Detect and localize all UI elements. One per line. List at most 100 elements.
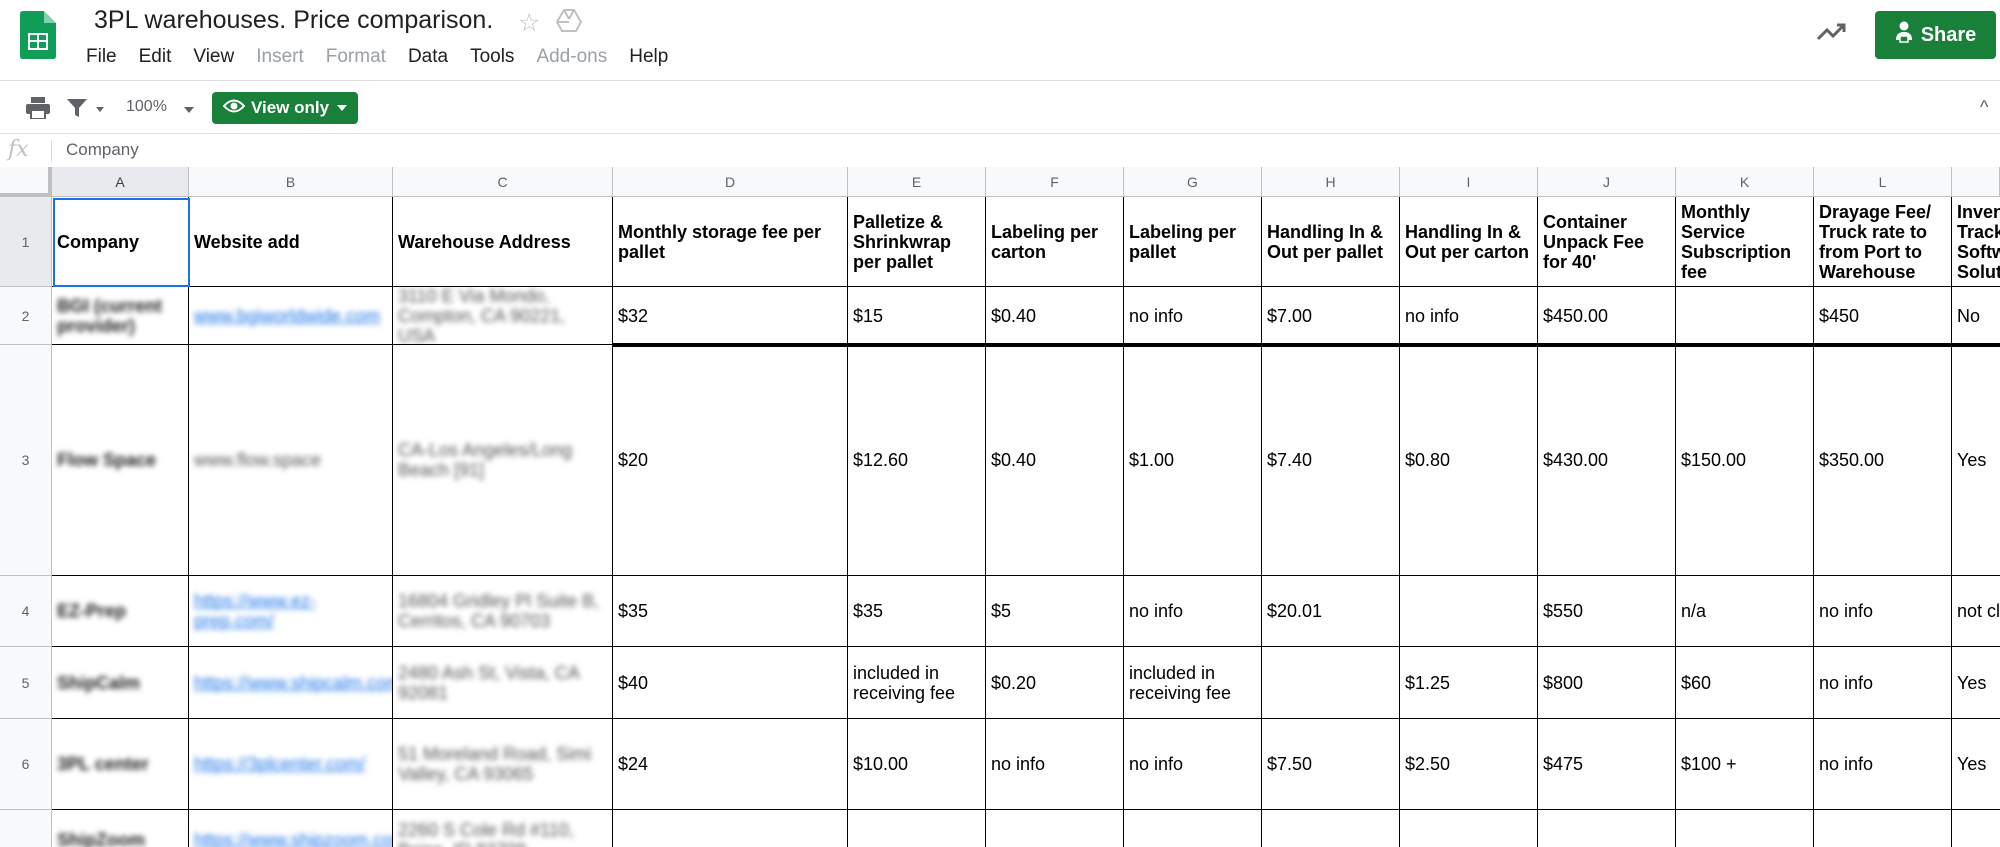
blurred-link[interactable]: https://www.ez-prep.com/	[194, 591, 387, 631]
table-cell[interactable]: ShipCalm	[52, 647, 189, 719]
table-cell[interactable]: 3110 E Via Mondo, Compton, CA 90221, USA	[393, 287, 613, 345]
table-cell[interactable]: $450	[1814, 287, 1952, 345]
column-header-f[interactable]: F	[986, 167, 1124, 197]
spreadsheet-grid[interactable]: A B C D E F G H I J K L 1 2 3 4 5 6 Comp…	[0, 167, 2000, 847]
zoom-dropdown-icon[interactable]	[184, 107, 194, 113]
table-cell[interactable]: Yes	[1952, 647, 2000, 719]
table-cell[interactable]: 3PL center	[52, 719, 189, 810]
table-cell[interactable]: no info	[1814, 647, 1952, 719]
table-cell[interactable]: $550	[1538, 576, 1676, 647]
table-cell[interactable]: 16804 Gridley Pl Suite B, Cerritos, CA 9…	[393, 576, 613, 647]
table-cell[interactable]: $35	[613, 576, 848, 647]
table-cell[interactable]: Yes	[1952, 719, 2000, 810]
table-cell[interactable]: $430.00	[1538, 345, 1676, 576]
header-cell-labeling-pallet[interactable]: Labeling per pallet	[1124, 197, 1262, 287]
blurred-link[interactable]: https://www.shipcalm.com/	[194, 673, 392, 693]
drive-move-icon[interactable]	[555, 9, 583, 38]
table-cell[interactable]: $0.40	[986, 287, 1124, 345]
table-cell[interactable]	[1538, 810, 1676, 847]
blurred-link[interactable]: https://3plcenter.com/	[194, 754, 365, 774]
row-header-5[interactable]: 5	[0, 647, 52, 719]
table-cell[interactable]	[613, 810, 848, 847]
table-cell[interactable]: $60	[1676, 647, 1814, 719]
header-cell-labeling-carton[interactable]: Labeling per carton	[986, 197, 1124, 287]
table-cell[interactable]: BGI (current provider)	[52, 287, 189, 345]
menu-tools[interactable]: Tools	[470, 46, 514, 68]
table-cell[interactable]: no info	[1124, 719, 1262, 810]
table-cell[interactable]	[1262, 810, 1400, 847]
menu-help[interactable]: Help	[629, 46, 668, 68]
print-icon[interactable]	[26, 97, 50, 124]
table-cell[interactable]: $7.00	[1262, 287, 1400, 345]
table-cell[interactable]: no info	[1124, 287, 1262, 345]
formula-input[interactable]: Company	[66, 140, 139, 160]
table-cell[interactable]: EZ-Prep	[52, 576, 189, 647]
table-cell[interactable]: ShipZoom	[52, 810, 189, 847]
column-header-l[interactable]: L	[1814, 167, 1952, 197]
select-all-corner[interactable]	[0, 167, 52, 197]
header-cell-subscription-fee[interactable]: Monthly Service Subscription fee	[1676, 197, 1814, 287]
filter-dropdown-icon[interactable]	[96, 107, 104, 112]
blurred-link[interactable]: https://www.shipzoom.com/	[194, 830, 392, 847]
table-cell[interactable]: $1.25	[1400, 647, 1538, 719]
filter-icon[interactable]	[66, 97, 88, 124]
table-cell[interactable]	[1400, 576, 1538, 647]
table-cell[interactable]: $32	[613, 287, 848, 345]
table-cell[interactable]	[848, 810, 986, 847]
table-cell[interactable]: $20.01	[1262, 576, 1400, 647]
table-cell[interactable]: https://3plcenter.com/	[189, 719, 393, 810]
zoom-select[interactable]: 100%	[126, 98, 167, 116]
activity-trend-icon[interactable]	[1816, 22, 1847, 47]
column-header-e[interactable]: E	[848, 167, 986, 197]
column-header-m[interactable]	[1952, 167, 2000, 197]
row-header-6[interactable]: 6	[0, 719, 52, 810]
table-cell[interactable]: 2480 Ash St, Vista, CA 92081	[393, 647, 613, 719]
column-header-k[interactable]: K	[1676, 167, 1814, 197]
column-header-c[interactable]: C	[393, 167, 613, 197]
table-cell[interactable]: $150.00	[1676, 345, 1814, 576]
table-cell[interactable]: $24	[613, 719, 848, 810]
header-cell-company[interactable]: Company	[52, 197, 189, 287]
table-cell[interactable]: no info	[1400, 287, 1538, 345]
menu-insert[interactable]: Insert	[256, 46, 304, 68]
table-cell[interactable]: $40	[613, 647, 848, 719]
table-cell[interactable]: no info	[1814, 576, 1952, 647]
table-cell[interactable]: included in receiving fee	[1124, 647, 1262, 719]
table-cell[interactable]	[1814, 810, 1952, 847]
column-header-b[interactable]: B	[189, 167, 393, 197]
header-cell-palletize[interactable]: Palletize & Shrinkwrap per pallet	[848, 197, 986, 287]
table-cell[interactable]: No	[1952, 287, 2000, 345]
table-cell[interactable]	[1952, 810, 2000, 847]
menu-view[interactable]: View	[193, 46, 234, 68]
table-cell[interactable]: $100 +	[1676, 719, 1814, 810]
header-cell-handling-pallet[interactable]: Handling In & Out per pallet	[1262, 197, 1400, 287]
header-cell-storage-fee[interactable]: Monthly storage fee per pallet	[613, 197, 848, 287]
table-cell[interactable]: https://www.shipcalm.com/	[189, 647, 393, 719]
table-cell[interactable]	[1262, 647, 1400, 719]
table-cell[interactable]: no info	[1124, 576, 1262, 647]
column-header-d[interactable]: D	[613, 167, 848, 197]
table-cell[interactable]: CA-Los Angeles/Long Beach [91]	[393, 345, 613, 576]
row-header-7[interactable]	[0, 810, 52, 847]
column-header-j[interactable]: J	[1538, 167, 1676, 197]
table-cell[interactable]: www.bgiworldwide.com	[189, 287, 393, 345]
table-cell[interactable]: no info	[1814, 719, 1952, 810]
header-cell-handling-carton[interactable]: Handling In & Out per carton	[1400, 197, 1538, 287]
table-cell[interactable]	[1400, 810, 1538, 847]
header-cell-address[interactable]: Warehouse Address	[393, 197, 613, 287]
header-cell-website[interactable]: Website add	[189, 197, 393, 287]
table-cell[interactable]: $800	[1538, 647, 1676, 719]
table-cell[interactable]: no info	[986, 719, 1124, 810]
table-cell[interactable]	[1676, 287, 1814, 345]
column-header-g[interactable]: G	[1124, 167, 1262, 197]
table-cell[interactable]: Flow Space	[52, 345, 189, 576]
table-cell[interactable]: $0.20	[986, 647, 1124, 719]
header-cell-drayage-fee[interactable]: Drayage Fee/ Truck rate to from Port to …	[1814, 197, 1952, 287]
sheets-logo-icon[interactable]	[20, 11, 56, 64]
document-title[interactable]: 3PL warehouses. Price comparison.	[94, 6, 493, 35]
menu-edit[interactable]: Edit	[139, 46, 172, 68]
table-cell[interactable]: $0.80	[1400, 345, 1538, 576]
row-header-4[interactable]: 4	[0, 576, 52, 647]
table-cell[interactable]: www.flow.space	[189, 345, 393, 576]
table-cell[interactable]: $7.40	[1262, 345, 1400, 576]
